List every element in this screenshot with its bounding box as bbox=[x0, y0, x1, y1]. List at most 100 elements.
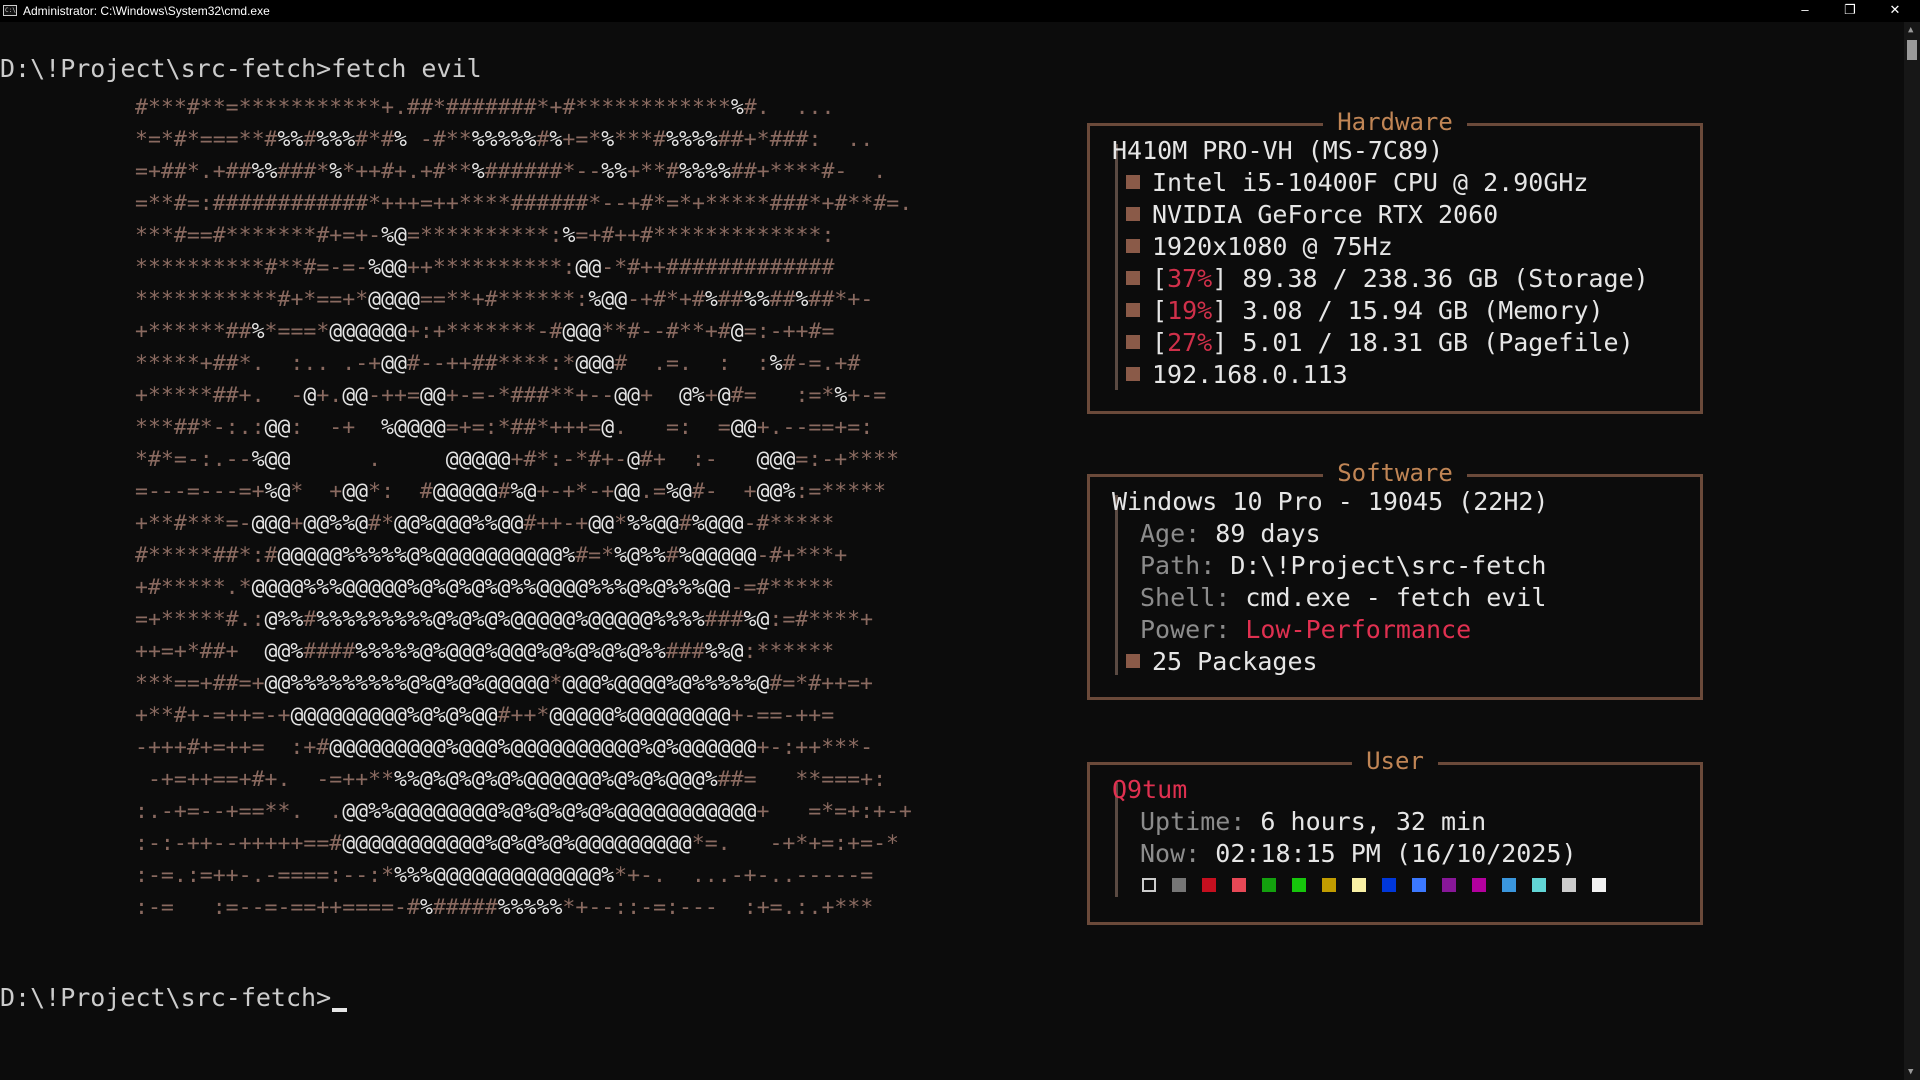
shell-value: cmd.exe - fetch evil bbox=[1245, 583, 1547, 612]
shell-key: Shell: bbox=[1140, 583, 1231, 612]
ascii-art-logo: #***#**=***********+.##*#######*+#******… bbox=[135, 92, 965, 924]
uptime-row: Uptime: 6 hours, 32 min bbox=[1140, 806, 1486, 838]
color-swatch bbox=[1592, 878, 1606, 892]
gpu: NVIDIA GeForce RTX 2060 bbox=[1152, 200, 1499, 229]
text-cursor bbox=[332, 1008, 348, 1012]
power-value: Low-Performance bbox=[1245, 615, 1472, 644]
storage-info: ] 89.38 / 238.36 GB (Storage) bbox=[1212, 264, 1649, 293]
ip-row: 192.168.0.113 bbox=[1126, 359, 1348, 391]
memory-row: [19%] 3.08 / 15.94 GB (Memory) bbox=[1126, 295, 1604, 327]
color-swatch bbox=[1232, 878, 1246, 892]
now-value: 02:18:15 PM (16/10/2025) bbox=[1215, 839, 1577, 868]
color-swatch bbox=[1442, 878, 1456, 892]
pagefile-info: ] 5.01 / 18.31 GB (Pagefile) bbox=[1212, 328, 1634, 357]
bullet-icon bbox=[1126, 271, 1140, 285]
power-key: Power: bbox=[1140, 615, 1231, 644]
color-swatch bbox=[1412, 878, 1426, 892]
prompt-text: D:\!Project\src-fetch> bbox=[0, 983, 332, 1012]
software-panel: Software Windows 10 Pro - 19045 (22H2) A… bbox=[1087, 459, 1703, 700]
ascii-art-line: +******##%*===*@@@@@@+:+*******-#@@@**#-… bbox=[135, 319, 835, 344]
vertical-scrollbar[interactable]: ▲ ▼ bbox=[1904, 22, 1920, 1080]
packages: 25 Packages bbox=[1152, 647, 1318, 676]
ascii-art-line: :-=.:=++-.-====:--:*%%%@@@@@@@@@@@@@%*+-… bbox=[135, 863, 874, 888]
now-key: Now: bbox=[1140, 839, 1201, 868]
software-title: Software bbox=[1323, 459, 1467, 487]
memory-percent: 19% bbox=[1167, 296, 1213, 325]
ascii-art-line: :-= :=--=-==++====-#%#####%%%%%*+--::-=:… bbox=[135, 895, 874, 920]
ascii-art-line: +*****##+. -@+.@@-++=@@+-=-*###**+--@@+ … bbox=[135, 383, 887, 408]
ascii-art-line: =+##*.+##%%###*%*++#+.+#**%######*--%%+*… bbox=[135, 159, 887, 184]
ascii-art-line: =+*****#.:@%%#%%%%%%%%%@%@%@%@@@@@%@@@@@… bbox=[135, 607, 874, 632]
color-swatch bbox=[1142, 878, 1156, 892]
panel-corner bbox=[1700, 123, 1703, 135]
memory-open: [ bbox=[1152, 296, 1168, 325]
panel-corner bbox=[1700, 762, 1703, 774]
ascii-art-line: *#*=-:.--%@@ . @@@@@+#*:-*#+-@#+ :- @@@=… bbox=[135, 447, 900, 472]
minimize-button[interactable]: – bbox=[1783, 0, 1827, 22]
command-prompt-line[interactable]: D:\!Project\src-fetch> bbox=[0, 982, 348, 1014]
color-swatch bbox=[1292, 878, 1306, 892]
color-swatch bbox=[1202, 878, 1216, 892]
ascii-art-line: +**#***=-@@@+@@%%@#*@@%@@@%%@@#++-+@@*%%… bbox=[135, 511, 835, 536]
console-output[interactable]: D:\!Project\src-fetch>fetch evil #***#**… bbox=[0, 22, 1904, 1076]
ascii-art-line: ***********#+*==+*@@@@==**+#******:%@@-+… bbox=[135, 287, 874, 312]
ascii-art-line: +**#+-=++=-+@@@@@@@@@%@%@%@@#++*@@@@@%@@… bbox=[135, 703, 835, 728]
window-title: Administrator: C:\Windows\System32\cmd.e… bbox=[23, 4, 270, 18]
hardware-panel: Hardware H410M PRO-VH (MS-7C89) Intel i5… bbox=[1087, 108, 1703, 414]
bullet-icon bbox=[1126, 239, 1140, 253]
path-row: Path: D:\!Project\src-fetch bbox=[1140, 550, 1546, 582]
ascii-art-line: =---=---=+%@* +@@*: #@@@@@#%@+-+*-+@@.=%… bbox=[135, 479, 887, 504]
hardware-title: Hardware bbox=[1323, 108, 1467, 136]
cpu: Intel i5-10400F CPU @ 2.90GHz bbox=[1152, 168, 1589, 197]
bullet-icon bbox=[1126, 335, 1140, 349]
age-value: 89 days bbox=[1215, 519, 1321, 548]
bullet-icon bbox=[1126, 175, 1140, 189]
display: 1920x1080 @ 75Hz bbox=[1152, 232, 1393, 261]
user-title: User bbox=[1352, 747, 1438, 775]
restore-button[interactable]: ❐ bbox=[1828, 0, 1872, 22]
gpu-row: NVIDIA GeForce RTX 2060 bbox=[1126, 199, 1498, 231]
bullet-icon bbox=[1126, 207, 1140, 221]
user-panel: User Q9tum Uptime: 6 hours, 32 min Now: … bbox=[1087, 747, 1703, 925]
ascii-art-line: ***#==#*******#+=+-%@=**********:%=+#++#… bbox=[135, 223, 835, 248]
ascii-art-line: ++=+*##+ @@%####%%%%%@%@@@%@@@%@%@%@%@%%… bbox=[135, 639, 835, 664]
os-version: Windows 10 Pro - 19045 (22H2) bbox=[1112, 487, 1549, 516]
close-button[interactable]: ✕ bbox=[1873, 0, 1917, 22]
color-swatch bbox=[1502, 878, 1516, 892]
ascii-art-line: -+=++==+#+. -=++**%%@%@%@%@%@@@@@@%@%@%@… bbox=[147, 767, 887, 792]
age-key: Age: bbox=[1140, 519, 1201, 548]
uptime-key: Uptime: bbox=[1140, 807, 1246, 836]
ip-address: 192.168.0.113 bbox=[1152, 360, 1348, 389]
now-row: Now: 02:18:15 PM (16/10/2025) bbox=[1140, 838, 1577, 870]
scrollbar-thumb[interactable] bbox=[1907, 40, 1917, 60]
scroll-up-icon[interactable]: ▲ bbox=[1908, 25, 1913, 35]
ascii-art-line: ***==+##=+@@%%%%%%%%%@%@%@%@@@@@*@@@%@@@… bbox=[135, 671, 873, 696]
color-swatch bbox=[1262, 878, 1276, 892]
memory-info: ] 3.08 / 15.94 GB (Memory) bbox=[1212, 296, 1604, 325]
color-swatch bbox=[1472, 878, 1486, 892]
pagefile-row: [27%] 5.01 / 18.31 GB (Pagefile) bbox=[1126, 327, 1634, 359]
color-swatch bbox=[1322, 878, 1336, 892]
ascii-art-line: +#*****.*@@@@%%%@@@@@%@%@%@%@%%@@@@%%%@%… bbox=[135, 575, 835, 600]
panel-title: Software bbox=[1090, 457, 1700, 489]
scroll-down-icon[interactable]: ▼ bbox=[1908, 1067, 1913, 1077]
bullet-icon bbox=[1126, 367, 1140, 381]
command-prompt-line: D:\!Project\src-fetch>fetch evil bbox=[0, 54, 482, 83]
ascii-art-line: :.-+=--+==**. .@@%%@@@@@@@@%@%@%@%@%@@@@… bbox=[135, 799, 912, 824]
panel-corner bbox=[1700, 474, 1703, 486]
bullet-icon bbox=[1126, 654, 1140, 668]
color-swatch bbox=[1532, 878, 1546, 892]
ascii-art-line: **********#**#=-=-%@@++**********:@@-*#+… bbox=[135, 255, 835, 280]
path-value: D:\!Project\src-fetch bbox=[1230, 551, 1547, 580]
color-palette bbox=[1142, 870, 1622, 902]
ascii-art-line: :-:-++--+++++==#@@@@@@@@@@@%@%@%@%@@@@@@… bbox=[135, 831, 899, 856]
display-row: 1920x1080 @ 75Hz bbox=[1126, 231, 1393, 263]
uptime-value: 6 hours, 32 min bbox=[1260, 807, 1487, 836]
color-swatch bbox=[1382, 878, 1396, 892]
panel-title: Hardware bbox=[1090, 106, 1700, 138]
tree-line bbox=[1115, 144, 1118, 390]
ascii-art-line: *****+##*. :.. .-+@@#--++##****:*@@@# .=… bbox=[135, 351, 861, 376]
power-row: Power: Low-Performance bbox=[1140, 614, 1471, 646]
storage-open: [ bbox=[1152, 264, 1168, 293]
storage-percent: 37% bbox=[1167, 264, 1213, 293]
